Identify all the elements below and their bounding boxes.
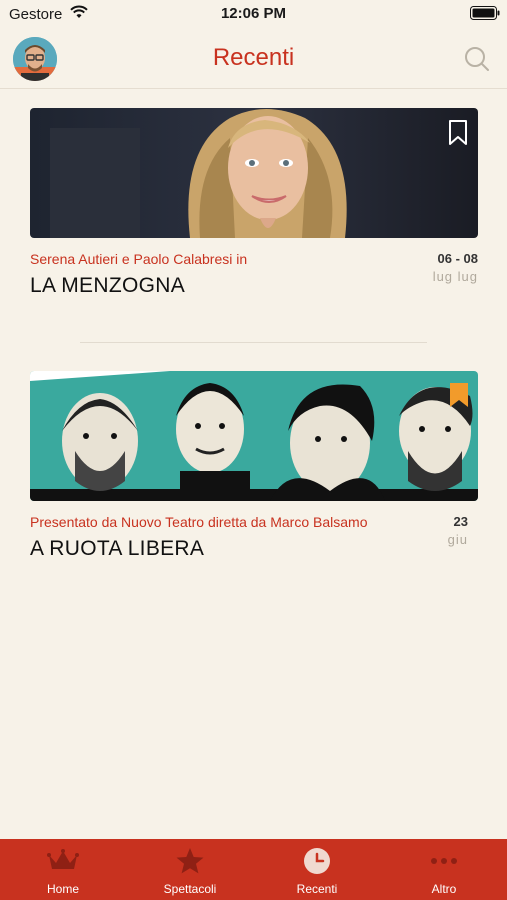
status-bar: Gestore 12:06 PM [0,0,507,28]
event-subtitle: Serena Autieri e Paolo Calabresi in [30,251,248,267]
crown-icon [47,849,79,869]
event-date-months: lug lug [432,269,478,284]
event-title: A RUOTA LIBERA [30,537,205,560]
event-image[interactable] [30,108,478,238]
more-dots-icon [431,858,457,864]
event-date-days: 23 [453,514,468,529]
page-title: Recenti [212,44,295,71]
battery-icon [470,6,500,20]
tab-altro[interactable]: Altro [381,839,507,900]
tab-label: Spettacoli [163,882,217,896]
event-title: LA MENZOGNA [30,274,185,297]
divider [80,342,427,343]
star-icon [176,848,204,874]
event-date-months: giu [447,532,468,547]
tab-bar: Home Spettacoli Recenti Altro [0,839,507,900]
event-image[interactable] [30,371,478,501]
bookmark-filled-icon[interactable] [450,383,468,407]
tab-label: Altro [431,882,457,896]
tab-spettacoli[interactable]: Spettacoli [127,839,253,900]
event-card-a-ruota-libera[interactable]: Presentato da Nuovo Teatro diretta da Ma… [30,371,478,571]
event-card-la-menzogna[interactable]: Serena Autieri e Paolo Calabresi in LA M… [30,108,478,308]
event-subtitle: Presentato da Nuovo Teatro diretta da Ma… [30,514,368,530]
status-time: 12:06 PM [220,5,287,22]
tab-recenti[interactable]: Recenti [254,839,380,900]
tab-home[interactable]: Home [0,839,126,900]
bookmark-icon[interactable] [448,120,468,146]
group-portrait-image [30,371,478,501]
nav-bar: Recenti [0,32,507,89]
tab-label: Home [46,882,79,896]
search-icon[interactable] [464,46,490,72]
clock-icon [304,848,330,874]
tab-label: Recenti [296,882,338,896]
event-date-days: 06 - 08 [437,251,478,266]
portrait-image [30,108,478,238]
